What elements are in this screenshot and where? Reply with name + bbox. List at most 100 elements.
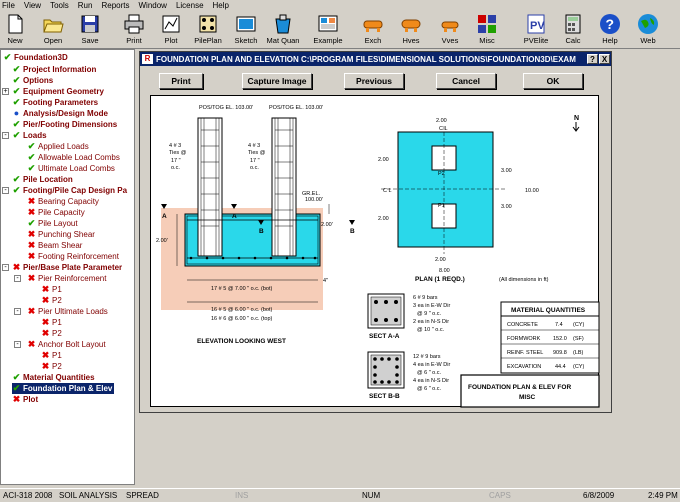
collapse-icon[interactable]: -	[2, 132, 9, 139]
rebar-label: 16 # 5 @ 6.00 " o.c. (bot)	[211, 307, 273, 313]
pier-label: P2	[438, 171, 445, 177]
pos-top-label: POS/TOG EL. 103.00'	[199, 105, 253, 111]
check-icon: ✔	[12, 372, 21, 382]
toolbar-save-button[interactable]: Save	[73, 12, 107, 48]
check-icon: ✔	[27, 218, 36, 228]
tree-item-selected[interactable]: ✔ Foundation Plan & Elev	[12, 383, 115, 394]
collapse-icon[interactable]: -	[14, 308, 21, 315]
ties-label: 4 # 3	[169, 143, 181, 149]
check-icon: ✔	[12, 185, 21, 195]
tree-item[interactable]: ✔ Footing Parameters	[12, 97, 98, 108]
tree-item[interactable]: ✖ Anchor Bolt Layout	[27, 339, 106, 350]
menu-license[interactable]: License	[176, 1, 204, 10]
tree-item[interactable]: ✔ Pier/Footing Dimensions	[12, 119, 118, 130]
tree-item[interactable]: ✖ Pier/Base Plate Parameter	[12, 262, 122, 273]
tree-item[interactable]: ✖ Pier Reinforcement	[27, 273, 107, 284]
tree-item[interactable]: ✖ P2	[41, 328, 62, 339]
toolbar-hves-button[interactable]: Hves	[394, 12, 428, 48]
tree-item[interactable]: ✔ Pile Layout	[27, 218, 78, 229]
dimension-label: 2.00	[378, 157, 389, 163]
tree-item[interactable]: ✖ Punching Shear	[27, 229, 95, 240]
tree-item[interactable]: ✔ Equipment Geometry	[12, 86, 104, 97]
tree-item[interactable]: ✖ P2	[41, 361, 62, 372]
dialog-titlebar: R FOUNDATION PLAN AND ELEVATION C:\PROGR…	[140, 52, 611, 66]
tree-item[interactable]: ✔ Project Information	[12, 64, 97, 75]
toolbar-pvelite-button[interactable]: PV PVElite	[519, 12, 553, 48]
tree-item[interactable]: ✖ P1	[41, 350, 62, 361]
capture-image-button[interactable]: Capture Image	[242, 73, 312, 89]
collapse-icon[interactable]: -	[14, 341, 21, 348]
toolbar-example-button[interactable]: Example	[311, 12, 345, 48]
check-icon: ✔	[12, 174, 21, 184]
toolbar-misc-button[interactable]: Misc	[470, 12, 504, 48]
status-code: ACI-318 2008	[3, 491, 53, 500]
toolbar-open-button[interactable]: Open	[36, 12, 70, 48]
tree-item[interactable]: ● Analysis/Design Mode	[12, 108, 108, 119]
check-icon: ✔	[12, 119, 21, 129]
ties-label-right: Ties @	[248, 150, 266, 156]
toolbar: New Open Save Print Plot PilePlan Sketch…	[0, 11, 680, 49]
tree-item[interactable]: ✖ P1	[41, 317, 62, 328]
dialog-help-button[interactable]: ?	[587, 54, 598, 64]
tree-item[interactable]: ✔ Footing/Pile Cap Design Pa	[12, 185, 127, 196]
menu-help[interactable]: Help	[213, 1, 229, 10]
toolbar-help-button[interactable]: ? Help	[593, 12, 627, 48]
section-b-note: 4 ea in N-S Dir	[413, 378, 449, 384]
toolbar-new-button[interactable]: New	[0, 12, 32, 48]
ok-button[interactable]: OK	[523, 73, 583, 89]
tree-item[interactable]: ✖ Pier Ultimate Loads	[27, 306, 108, 317]
toolbar-sketch-button[interactable]: Sketch	[229, 12, 263, 48]
toolbar-plot-button[interactable]: Plot	[154, 12, 188, 48]
cross-icon: ✖	[27, 207, 36, 217]
tree-item[interactable]: ✖ Beam Shear	[27, 240, 83, 251]
menu-tools[interactable]: Tools	[50, 1, 69, 10]
dimension-note: (All dimensions in ft)	[499, 277, 549, 283]
status-ins: INS	[235, 491, 249, 500]
cancel-button[interactable]: Cancel	[436, 73, 496, 89]
toolbar-matquan-button[interactable]: Mat Quan	[266, 12, 300, 48]
toolbar-vves-button[interactable]: Vves	[433, 12, 467, 48]
quantity-label: EXCAVATION	[507, 364, 541, 370]
expand-icon[interactable]: +	[2, 88, 9, 95]
drawing-title: FOUNDATION PLAN & ELEV FOR	[468, 384, 571, 391]
tree-item[interactable]: ✔ Options	[12, 75, 54, 86]
menu-file[interactable]: File	[2, 1, 15, 10]
drawing-subtitle: MISC	[519, 394, 536, 401]
menu-window[interactable]: Window	[138, 1, 166, 10]
previous-button[interactable]: Previous	[344, 73, 404, 89]
toolbar-pileplan-button[interactable]: PilePlan	[191, 12, 225, 48]
toolbar-print-button[interactable]: Print	[117, 12, 151, 48]
tree-item[interactable]: ✖ P1	[41, 284, 62, 295]
tree-root[interactable]: ✔ Foundation3D	[3, 52, 68, 63]
toolbar-web-button[interactable]: Web	[631, 12, 665, 48]
tree-item[interactable]: ✖ Plot	[12, 394, 38, 405]
menu-bar: File View Tools Run Reports Window Licen…	[0, 0, 680, 11]
menu-view[interactable]: View	[24, 1, 41, 10]
tree-item[interactable]: ✖ Bearing Capacity	[27, 196, 99, 207]
tree-item[interactable]: ✔ Material Quantities	[12, 372, 95, 383]
collapse-icon[interactable]: -	[14, 275, 21, 282]
menu-run[interactable]: Run	[78, 1, 93, 10]
collapse-icon[interactable]: -	[2, 264, 9, 271]
check-icon: ✔	[27, 152, 36, 162]
tree-item[interactable]: ✖ Footing Reinforcement	[27, 251, 119, 262]
collapse-icon[interactable]: -	[2, 187, 9, 194]
pier-label: P1	[438, 203, 445, 209]
menu-reports[interactable]: Reports	[101, 1, 129, 10]
open-folder-icon	[42, 13, 64, 35]
tree-item[interactable]: ✖ P2	[41, 295, 62, 306]
toolbar-exch-button[interactable]: Exch	[356, 12, 390, 48]
cross-icon: ✖	[27, 273, 36, 283]
toolbar-calc-button[interactable]: Calc	[556, 12, 590, 48]
tree-item[interactable]: ✔ Pile Location	[12, 174, 73, 185]
check-icon: ✔	[12, 64, 21, 74]
print-button[interactable]: Print	[159, 73, 203, 89]
quantities-title: MATERIAL QUANTITIES	[511, 307, 586, 314]
quantity-unit: (LB)	[573, 350, 584, 356]
tree-item[interactable]: ✔ Allowable Load Combs	[27, 152, 120, 163]
tree-item[interactable]: ✔ Loads	[12, 130, 47, 141]
tree-item[interactable]: ✖ Pile Capacity	[27, 207, 85, 218]
tree-item[interactable]: ✔ Applied Loads	[27, 141, 89, 152]
tree-item[interactable]: ✔ Ultimate Load Combs	[27, 163, 115, 174]
dialog-close-button[interactable]: X	[599, 54, 610, 64]
